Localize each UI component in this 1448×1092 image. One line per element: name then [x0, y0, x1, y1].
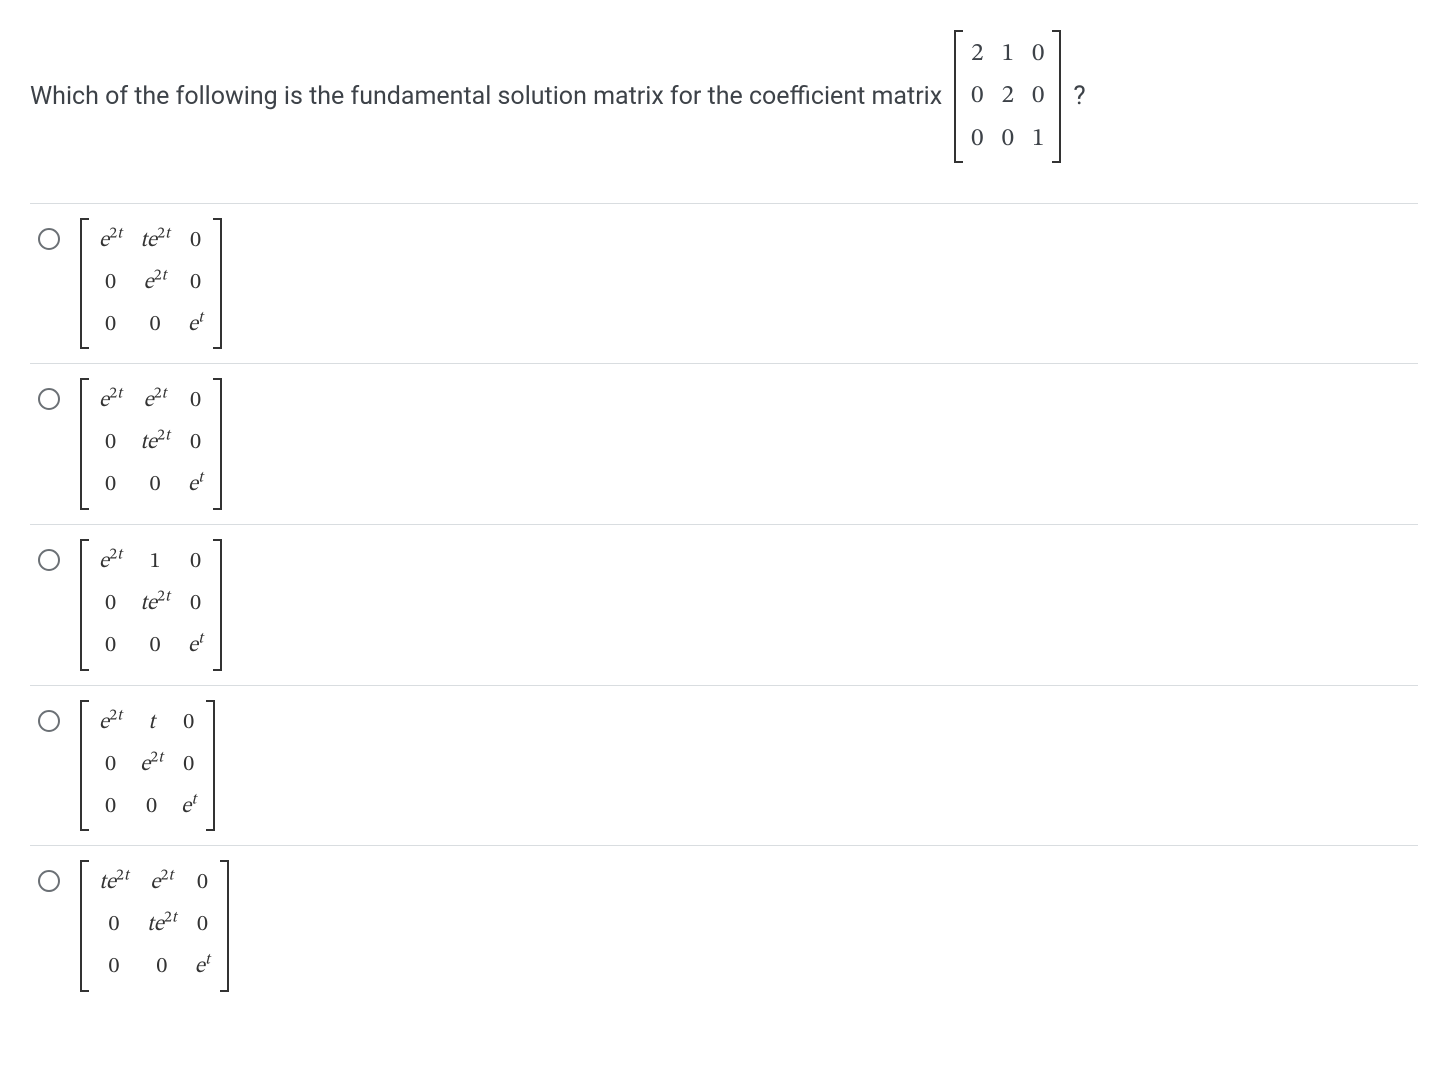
matrix-cell: te2t [147, 910, 177, 942]
option-A-content: e2t te2t 0 0 e2t 0 0 0 et [80, 218, 222, 350]
matrix-cell: 0 [190, 268, 201, 300]
matrix-grid: e2t te2t 0 0 e2t 0 0 0 et [95, 218, 207, 350]
matrix-cell: 0 [183, 708, 194, 740]
option-D-content: e2t t 0 0 e2t 0 0 0 et [80, 700, 215, 832]
bracket-right [1052, 30, 1061, 163]
matrix-cell: 0 [105, 792, 116, 824]
option-B-content: e2t e2t 0 0 te2t 0 0 0 et [80, 378, 222, 510]
option-C-content: e2t 1 0 0 te2t 0 0 0 et [80, 539, 222, 671]
matrix-cell: et [195, 952, 210, 984]
matrix-cell: 0 [109, 952, 120, 984]
matrix-cell: 0 [105, 750, 116, 782]
option-B[interactable]: e2t e2t 0 0 te2t 0 0 0 et [30, 363, 1418, 524]
question-text-after: ? [1073, 81, 1085, 111]
bracket-right [220, 860, 229, 992]
bracket-right [206, 700, 215, 832]
radio-C[interactable] [38, 549, 60, 571]
question-stem: Which of the following is the fundamenta… [30, 30, 1418, 163]
matrix-cell: 0 [105, 631, 116, 663]
matrix-grid: 2 1 0 0 2 0 0 0 1 [969, 30, 1046, 163]
bracket-left [80, 539, 89, 671]
matrix-cell: 0 [105, 589, 116, 621]
matrix-cell: 0 [150, 631, 161, 663]
bracket-right [213, 378, 222, 510]
option-D[interactable]: e2t t 0 0 e2t 0 0 0 et [30, 685, 1418, 846]
matrix-cell: 0 [1002, 121, 1014, 157]
matrix-cell: e2t [143, 268, 166, 300]
matrix-cell: 0 [971, 121, 983, 157]
matrix-cell: 0 [1032, 78, 1044, 114]
matrix-cell: 0 [190, 226, 201, 258]
radio-E[interactable] [38, 870, 60, 892]
matrix-grid: e2t e2t 0 0 te2t 0 0 0 et [95, 378, 207, 510]
matrix-cell: 0 [1032, 36, 1044, 72]
option-E-content: te2t e2t 0 0 te2t 0 0 0 et [80, 860, 229, 992]
matrix-cell: te2t [140, 428, 170, 460]
matrix-cell: 2 [971, 36, 983, 72]
matrix-cell: 0 [197, 868, 208, 900]
matrix-cell: 0 [146, 792, 157, 824]
question-text-before: Which of the following is the fundamenta… [30, 82, 942, 111]
bracket-left [80, 218, 89, 350]
matrix-cell: e2t [99, 547, 122, 579]
matrix-cell: 0 [190, 386, 201, 418]
matrix-cell: e2t [99, 708, 122, 740]
matrix-cell: et [188, 631, 203, 663]
option-C[interactable]: e2t 1 0 0 te2t 0 0 0 et [30, 524, 1418, 685]
matrix-cell: et [188, 470, 203, 502]
matrix-cell: te2t [140, 589, 170, 621]
matrix-cell: 0 [105, 428, 116, 460]
matrix-grid: e2t 1 0 0 te2t 0 0 0 et [95, 539, 207, 671]
matrix-cell: e2t [143, 386, 166, 418]
matrix-cell: e2t [140, 750, 163, 782]
bracket-left [80, 378, 89, 510]
matrix-cell: te2t [140, 226, 170, 258]
matrix-cell: 0 [197, 910, 208, 942]
matrix-cell: e2t [99, 226, 122, 258]
matrix-cell: et [181, 792, 196, 824]
matrix-cell: 1 [1002, 36, 1014, 72]
matrix-cell: 0 [105, 268, 116, 300]
matrix-cell: 0 [156, 952, 167, 984]
matrix-cell: 0 [190, 547, 201, 579]
matrix-cell: 1 [1032, 121, 1044, 157]
matrix-cell: et [188, 310, 203, 342]
coefficient-matrix: 2 1 0 0 2 0 0 0 1 [954, 30, 1061, 163]
matrix-cell: 0 [150, 470, 161, 502]
option-A[interactable]: e2t te2t 0 0 e2t 0 0 0 et [30, 203, 1418, 364]
bracket-right [213, 539, 222, 671]
bracket-left [80, 860, 89, 992]
radio-A[interactable] [38, 228, 60, 250]
matrix-cell: 0 [105, 310, 116, 342]
bracket-right [213, 218, 222, 350]
matrix-cell: 0 [105, 470, 116, 502]
matrix-cell: e2t [150, 868, 173, 900]
matrix-grid: e2t t 0 0 e2t 0 0 0 et [95, 700, 200, 832]
matrix-cell: 0 [183, 750, 194, 782]
matrix-grid: te2t e2t 0 0 te2t 0 0 0 et [95, 860, 214, 992]
radio-D[interactable] [38, 710, 60, 732]
bracket-left [80, 700, 89, 832]
matrix-cell: 0 [150, 310, 161, 342]
options-list: e2t te2t 0 0 e2t 0 0 0 et e2t [30, 203, 1418, 1006]
bracket-left [954, 30, 963, 163]
option-E[interactable]: te2t e2t 0 0 te2t 0 0 0 et [30, 845, 1418, 1006]
matrix-cell: 1 [150, 547, 161, 579]
matrix-cell: e2t [99, 386, 122, 418]
matrix-cell: 0 [190, 589, 201, 621]
matrix-cell: te2t [99, 868, 129, 900]
radio-B[interactable] [38, 388, 60, 410]
matrix-cell: 0 [190, 428, 201, 460]
matrix-cell: 0 [971, 78, 983, 114]
matrix-cell: t [148, 708, 155, 740]
matrix-cell: 2 [1002, 78, 1014, 114]
matrix-cell: 0 [109, 910, 120, 942]
